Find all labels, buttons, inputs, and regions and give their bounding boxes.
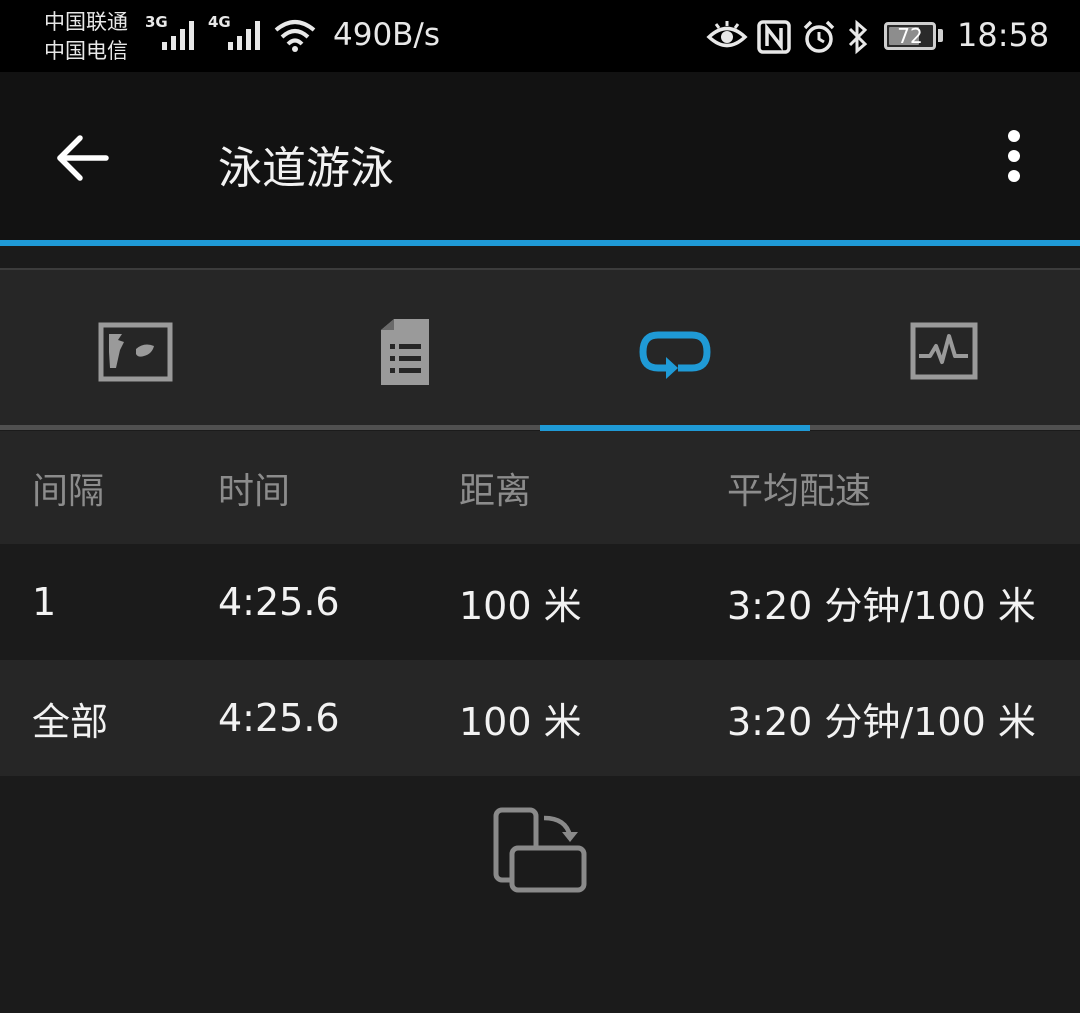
- tab-details[interactable]: [270, 270, 540, 430]
- cell-interval: 全部: [32, 699, 109, 744]
- carrier-2: 中国电信: [44, 39, 128, 63]
- details-list-icon: [381, 319, 429, 385]
- screen-rotation-icon: [493, 807, 587, 893]
- carrier-1: 中国联通: [44, 10, 128, 34]
- cell-avg-pace: 3:20 分钟/100 米: [727, 699, 1036, 744]
- cell-avg-pace: 3:20 分钟/100 米: [727, 583, 1036, 628]
- overflow-menu-button[interactable]: [990, 128, 1038, 188]
- laps-loop-icon: [639, 331, 711, 379]
- tab-map[interactable]: [0, 270, 270, 430]
- eye-comfort-icon: [706, 21, 748, 48]
- map-icon: [98, 322, 173, 382]
- bluetooth-icon: [848, 19, 868, 55]
- tab-charts[interactable]: [810, 270, 1080, 430]
- cell-distance: 100 米: [459, 699, 582, 744]
- table-header: 间隔 时间 距离 平均配速: [0, 431, 1080, 544]
- cell-distance: 100 米: [459, 583, 582, 628]
- alarm-icon: [803, 20, 835, 53]
- header-time: 时间: [218, 470, 291, 512]
- cell-time: 4:25.6: [218, 696, 340, 740]
- battery-indicator: 72: [884, 22, 936, 50]
- cell-time: 4:25.6: [218, 580, 340, 624]
- nfc-icon: [757, 20, 791, 54]
- tab-laps[interactable]: [540, 270, 810, 430]
- arrow-back-icon: [57, 135, 109, 181]
- header-distance: 距离: [459, 470, 532, 512]
- page-title: 泳道游泳: [218, 143, 394, 194]
- battery-cap: [938, 29, 943, 42]
- wifi-icon: [274, 20, 316, 52]
- more-vertical-icon: [1008, 130, 1020, 182]
- app-bar-accent-line: [0, 240, 1080, 246]
- chart-icon: [910, 322, 978, 380]
- tab-bar: [0, 268, 1080, 430]
- back-button[interactable]: [50, 128, 120, 188]
- status-clock: 18:58: [957, 16, 1050, 54]
- signal-strength-1-icon: [162, 21, 194, 50]
- cell-interval: 1: [32, 580, 57, 624]
- status-bar: 中国联通 中国电信 3G 4G 490B/s 72 18:58: [0, 0, 1080, 72]
- app-bar: 泳道游泳: [0, 72, 1080, 240]
- carrier-info: 中国联通 中国电信: [44, 8, 128, 66]
- network-speed: 490B/s: [333, 17, 441, 53]
- table-row[interactable]: 1 4:25.6 100 米 3:20 分钟/100 米: [0, 544, 1080, 660]
- header-avg-pace: 平均配速: [727, 470, 872, 512]
- signal-strength-2-icon: [228, 21, 260, 50]
- header-interval: 间隔: [32, 470, 105, 512]
- rotate-screen-button[interactable]: [492, 806, 588, 894]
- battery-level: 72: [897, 24, 923, 48]
- table-row-total[interactable]: 全部 4:25.6 100 米 3:20 分钟/100 米: [0, 660, 1080, 776]
